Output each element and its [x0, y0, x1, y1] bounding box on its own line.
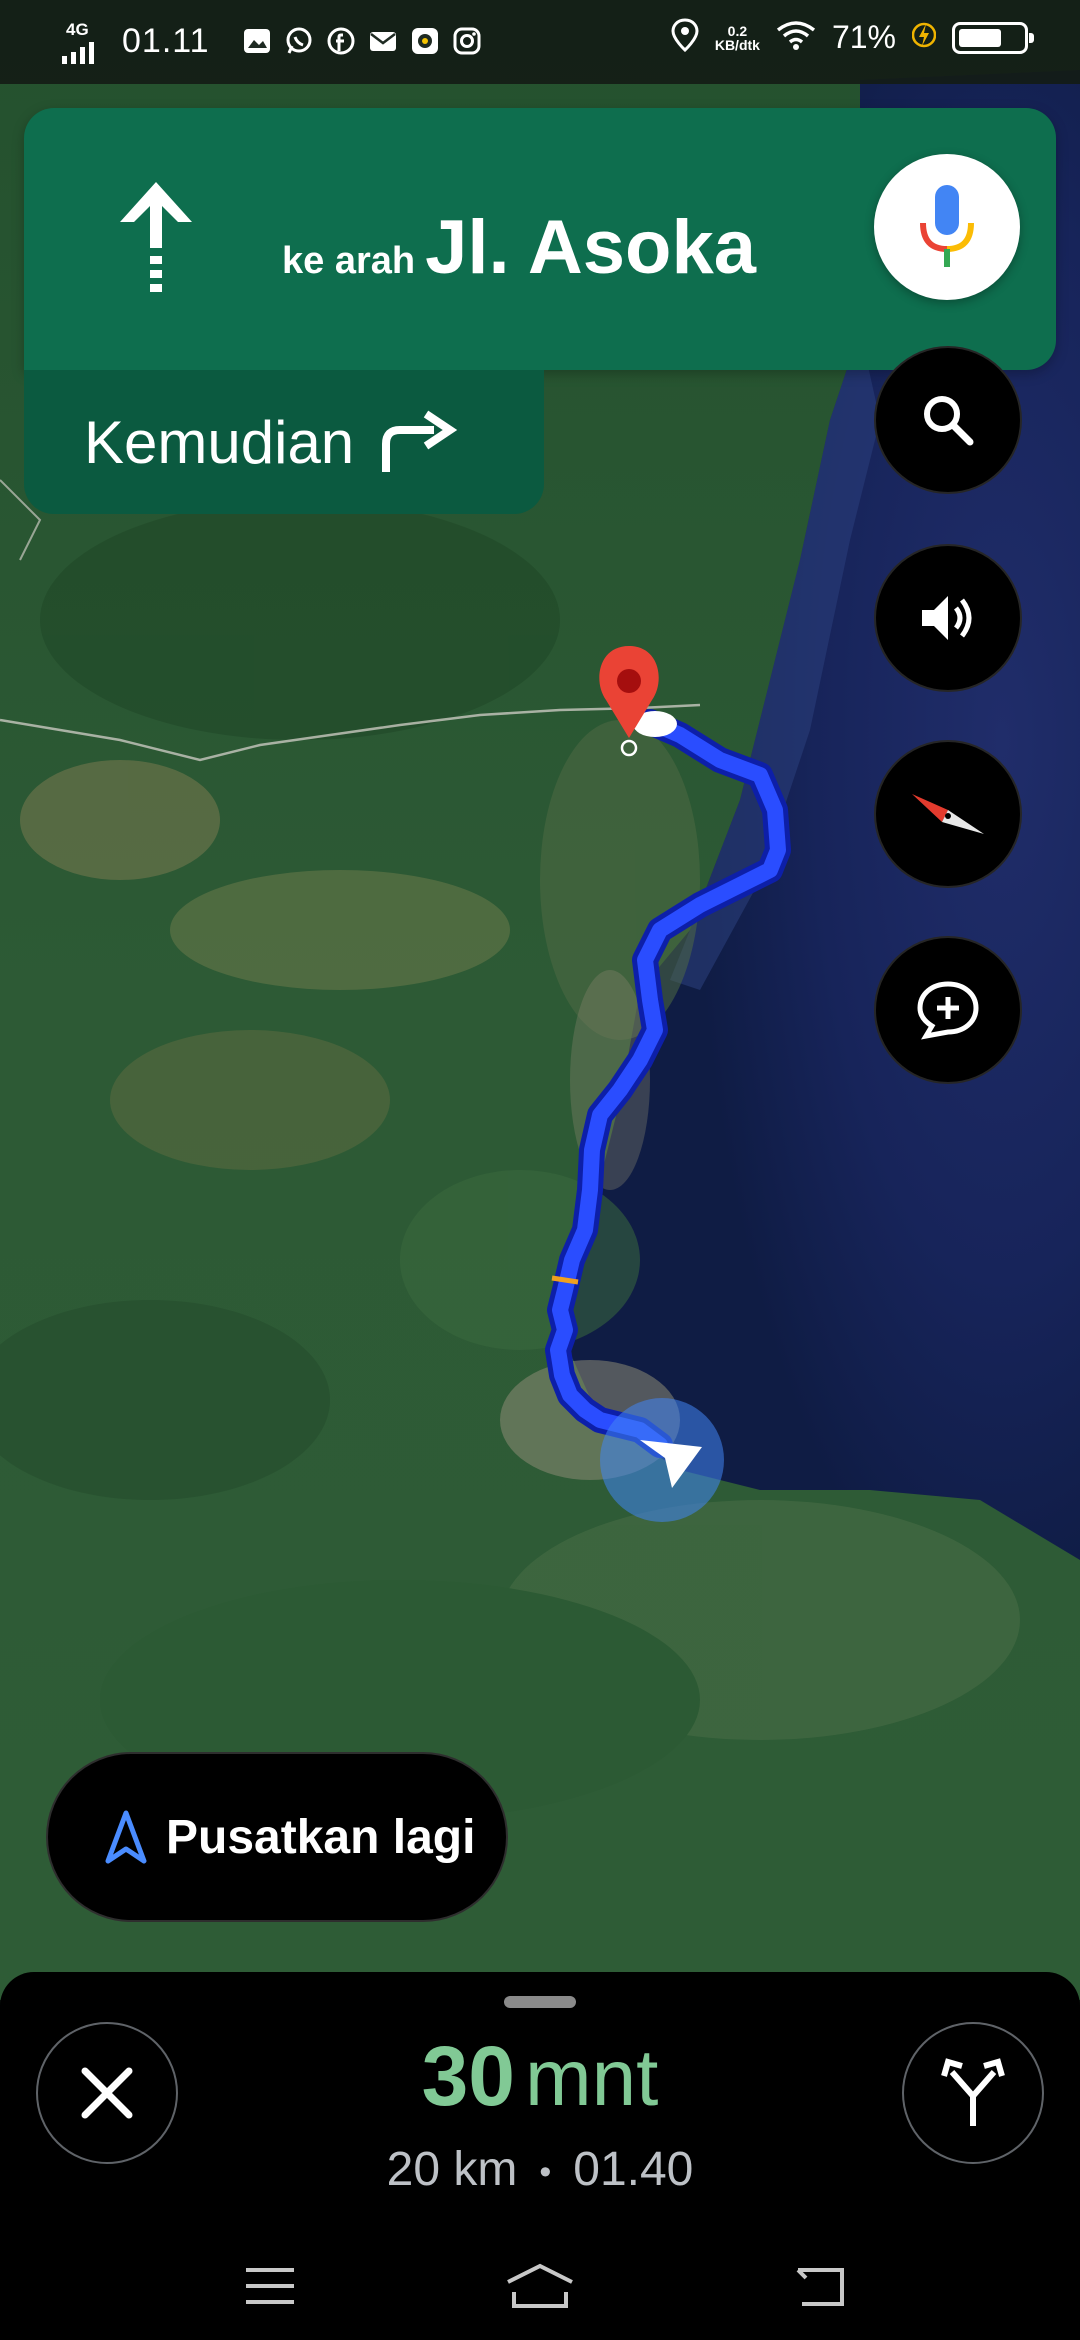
- sound-button[interactable]: [874, 544, 1022, 692]
- data-speed: 0.2 KB/dtk: [714, 22, 760, 53]
- facebook-icon: [326, 26, 356, 56]
- recenter-label: Pusatkan lagi: [166, 1810, 476, 1864]
- battery-icon: [952, 21, 1034, 54]
- search-icon: [924, 396, 974, 446]
- location-icon: [671, 18, 699, 57]
- instagram-icon: [452, 26, 482, 56]
- search-button[interactable]: [874, 346, 1022, 494]
- next-maneuver[interactable]: Kemudian: [24, 370, 544, 514]
- app-icon: [410, 26, 440, 56]
- arrival-time: 01.40: [573, 2143, 694, 2196]
- direction-prefix: ke arah: [282, 240, 416, 282]
- gallery-icon: [242, 26, 272, 56]
- recenter-button[interactable]: Pusatkan lagi: [46, 1752, 508, 1922]
- separator: •: [539, 2152, 552, 2191]
- back-icon: [796, 2268, 844, 2306]
- then-label: Kemudian: [84, 408, 355, 476]
- turn-right-icon: [382, 410, 458, 472]
- charging-icon: [911, 18, 937, 57]
- trip-details: 20 km • 01.40: [0, 2142, 1080, 2197]
- current-location-icon: [600, 1398, 724, 1522]
- home-button[interactable]: [490, 2256, 590, 2316]
- drag-handle[interactable]: [504, 1996, 576, 2008]
- clock: 01.11: [122, 21, 210, 60]
- voice-search-button[interactable]: [874, 154, 1020, 300]
- menu-icon: [246, 2268, 294, 2304]
- straight-arrow-icon: [116, 178, 196, 303]
- alternate-routes-button[interactable]: [902, 2022, 1044, 2164]
- volume-icon: [922, 596, 972, 640]
- wifi-icon: [776, 20, 816, 55]
- signal-icon: 4G: [62, 18, 104, 64]
- email-icon: [368, 26, 398, 56]
- back-button[interactable]: [772, 2256, 872, 2316]
- trip-distance: 20 km: [386, 2143, 518, 2196]
- navigation-arrow-icon: [105, 1810, 147, 1864]
- add-report-icon: [917, 981, 979, 1040]
- route-split-icon: [941, 2058, 1005, 2126]
- status-bar: 4G 01.11 0.2 KB/dtk 71%: [0, 0, 1080, 84]
- system-nav-bar: [0, 2228, 1080, 2340]
- whatsapp-icon: [284, 26, 314, 56]
- mic-icon: [920, 185, 974, 267]
- add-report-button[interactable]: [874, 936, 1022, 1084]
- home-icon: [507, 2263, 573, 2308]
- compass-icon: [912, 794, 984, 834]
- recents-button[interactable]: [220, 2256, 320, 2316]
- battery-percent: 71%: [831, 19, 896, 55]
- street-name: Jl. Asoka: [425, 205, 756, 290]
- compass-button[interactable]: [874, 740, 1022, 888]
